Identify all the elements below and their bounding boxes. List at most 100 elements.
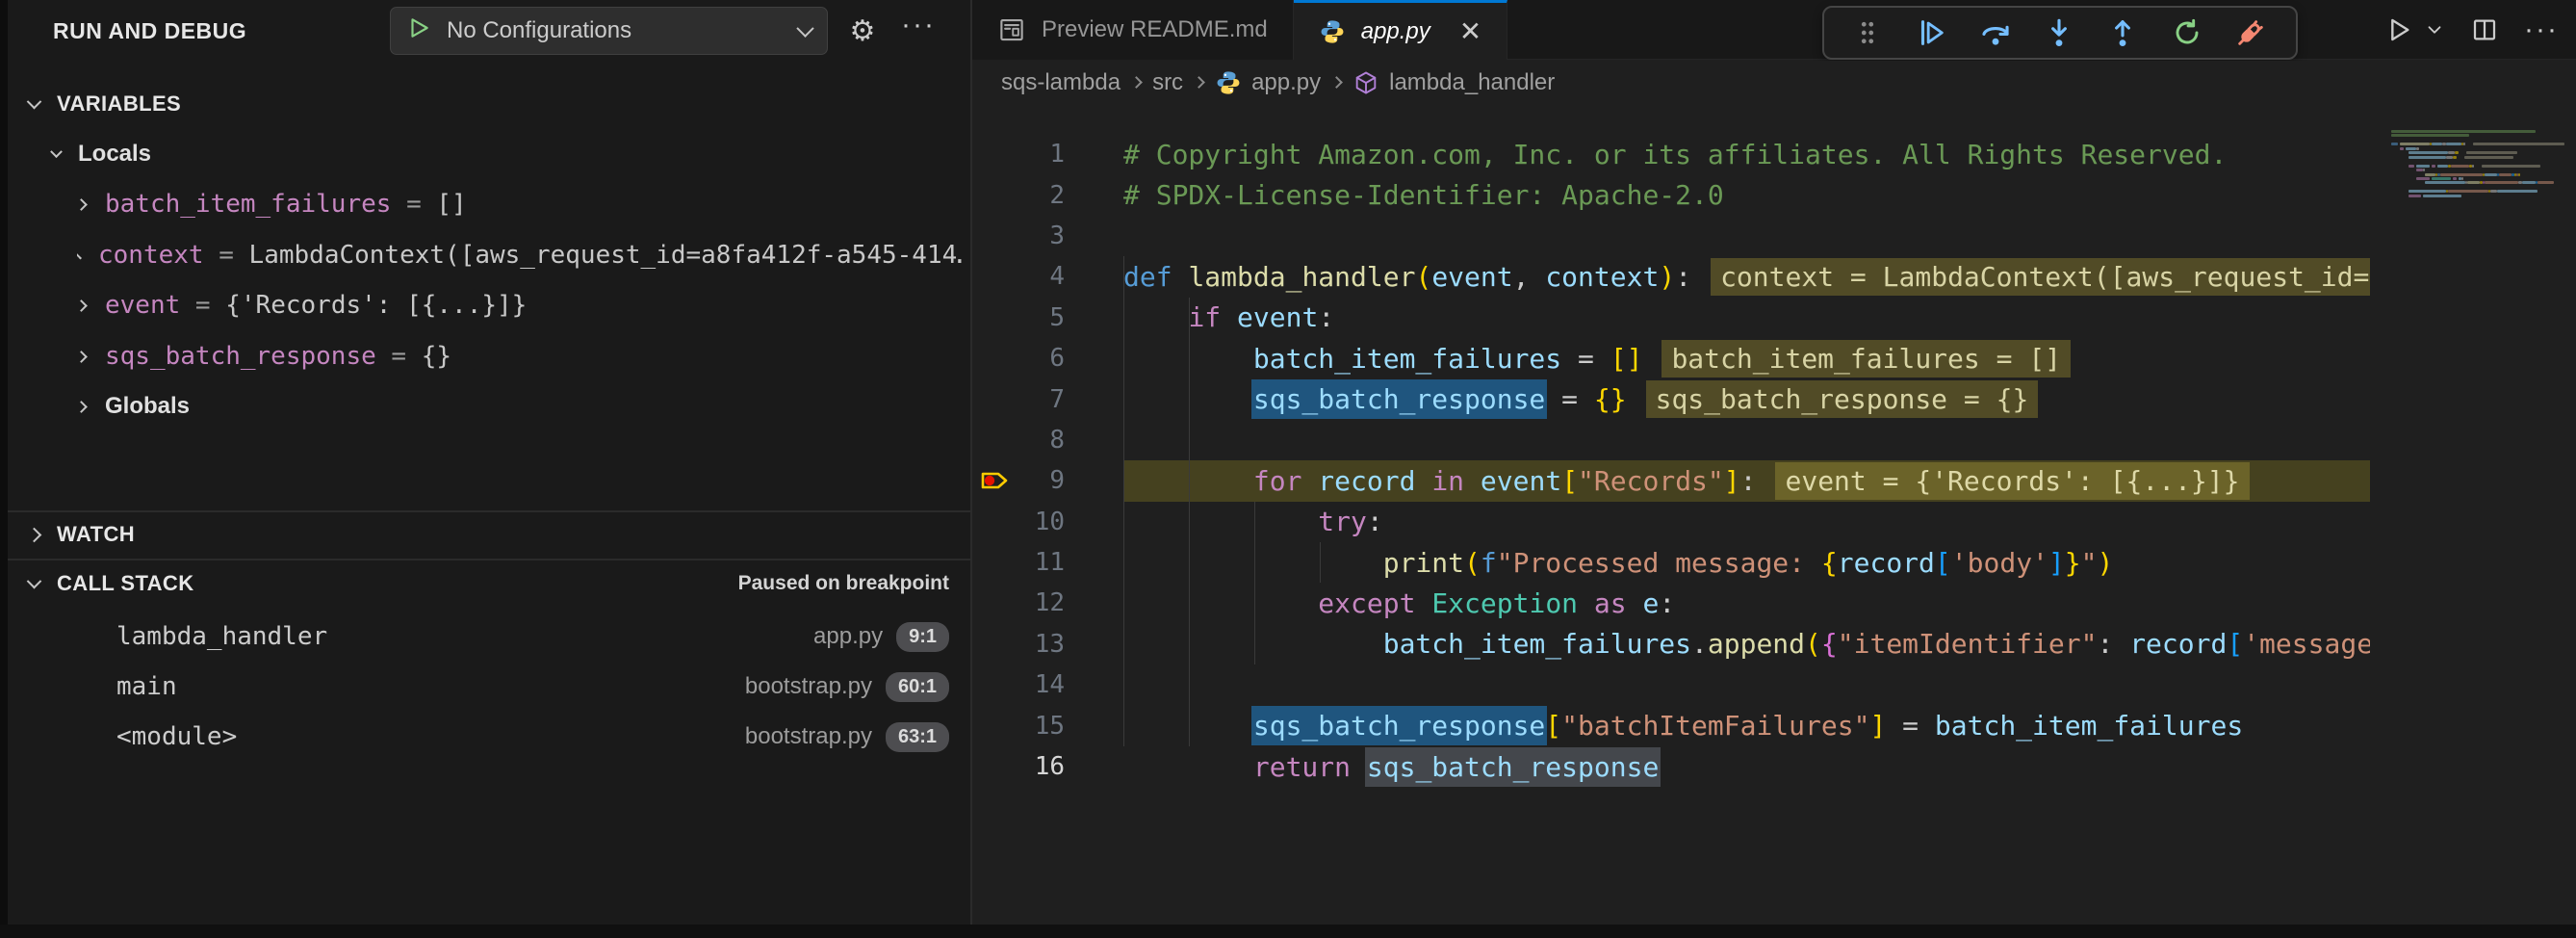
line-number: 16 xyxy=(972,752,1065,781)
code-token: ) xyxy=(2098,547,2114,579)
code-token: 'body' xyxy=(1951,547,2048,579)
line-text: print(f"Processed message: {record['body… xyxy=(1123,547,2113,579)
line-number: 12 xyxy=(972,588,1065,617)
equals-sign: = xyxy=(180,291,225,320)
minimap-line xyxy=(2432,177,2451,180)
editor-more-actions[interactable]: ··· xyxy=(2524,13,2559,46)
code-line[interactable]: 8 xyxy=(972,420,2370,460)
minimap[interactable] xyxy=(2385,130,2576,246)
minimap-line xyxy=(2391,130,2536,133)
code-line[interactable]: 9 for record in event["Records"]:event =… xyxy=(972,460,2370,501)
editor-area: Preview README.md app.py ✕ ··· sqs-lambda s… xyxy=(972,0,2576,925)
code-token xyxy=(1578,587,1594,619)
code-line[interactable]: 12 except Exception as e: xyxy=(972,583,2370,623)
code-token: "Records" xyxy=(1578,465,1724,497)
continue-button[interactable] xyxy=(1915,16,1947,49)
code-line[interactable]: 7 sqs_batch_response = {}sqs_batch_respo… xyxy=(972,378,2370,419)
breadcrumb-item-lambda-handler[interactable]: lambda_handler xyxy=(1352,69,1555,96)
code-token: f xyxy=(1481,547,1497,579)
code-token: return xyxy=(1253,751,1351,783)
step-over-button[interactable] xyxy=(1979,16,2012,49)
breakpoint-paused-icon[interactable] xyxy=(978,467,1015,494)
close-icon[interactable]: ✕ xyxy=(1459,18,1481,45)
tab-label: app.py xyxy=(1361,18,1430,45)
sidebar-more-actions[interactable]: ··· xyxy=(895,8,941,42)
tab-preview-readme-md[interactable]: Preview README.md xyxy=(972,0,1294,60)
minimap-line xyxy=(2453,156,2457,159)
call-stack-frame[interactable]: <module>bootstrap.py63:1 xyxy=(8,713,970,761)
breadcrumb-label: src xyxy=(1152,69,1183,96)
dropdown-chevron-icon xyxy=(796,19,813,37)
chevron-right-icon xyxy=(27,527,42,542)
minimap-line xyxy=(2425,181,2465,184)
split-editor-button[interactable] xyxy=(2470,15,2499,44)
minimap-line xyxy=(2461,177,2463,180)
code-line[interactable]: 2# SPDX-License-Identifier: Apache-2.0 xyxy=(972,174,2370,215)
run-python-file-button[interactable] xyxy=(2383,14,2414,45)
line-number: 14 xyxy=(972,670,1065,699)
debug-configuration-dropdown[interactable]: No Configurations xyxy=(390,7,828,55)
code-token xyxy=(1123,587,1318,619)
debug-toolbar xyxy=(1822,6,2298,60)
restart-button[interactable] xyxy=(2171,16,2203,49)
breadcrumb-item-sqs-lambda[interactable]: sqs-lambda xyxy=(1001,69,1121,96)
tab-app-py[interactable]: app.py ✕ xyxy=(1294,0,1508,60)
code-line[interactable]: 1# Copyright Amazon.com, Inc. or its aff… xyxy=(972,134,2370,174)
code-token: : xyxy=(1740,465,1757,497)
locals-group[interactable]: Locals xyxy=(52,131,151,177)
disconnect-button[interactable] xyxy=(2234,16,2267,49)
code-token: context xyxy=(1545,261,1659,293)
code-token xyxy=(1464,465,1481,497)
code-line[interactable]: 14 xyxy=(972,664,2370,705)
code-token: : xyxy=(1675,261,1691,293)
code-token xyxy=(1123,506,1318,537)
code-token: sqs_batch_response xyxy=(1251,706,1547,745)
variables-section-header[interactable]: VARIABLES xyxy=(29,81,181,127)
window-bottom-edge xyxy=(0,925,2576,938)
code-line[interactable]: 5 if event: xyxy=(972,298,2370,338)
step-out-button[interactable] xyxy=(2106,16,2139,49)
variable-row[interactable]: sqs_batch_response = {} xyxy=(77,331,963,381)
code-token: print xyxy=(1383,547,1464,579)
line-number: 4 xyxy=(972,262,1065,291)
variable-row[interactable]: context = LambdaContext([aws_request_id=… xyxy=(77,230,963,280)
run-dropdown-chevron[interactable] xyxy=(2424,19,2445,40)
code-token: ( xyxy=(1415,261,1431,293)
code-viewport[interactable]: 1# Copyright Amazon.com, Inc. or its aff… xyxy=(972,134,2370,808)
call-stack-frame[interactable]: lambda_handlerapp.py9:1 xyxy=(8,612,970,661)
code-line[interactable]: 3 xyxy=(972,216,2370,256)
code-line[interactable]: 15 sqs_batch_response["batchItemFailures… xyxy=(972,705,2370,745)
minimap-line xyxy=(2463,143,2465,145)
gear-icon[interactable]: ⚙ xyxy=(843,13,882,48)
line-number: 11 xyxy=(972,548,1065,577)
variable-row[interactable]: batch_item_failures = [] xyxy=(77,179,963,229)
watch-section-header[interactable]: WATCH xyxy=(29,512,135,557)
code-token: as xyxy=(1594,587,1627,619)
code-line[interactable]: 6 batch_item_failures = []batch_item_fai… xyxy=(972,338,2370,378)
breadcrumb-item-app-py[interactable]: app.py xyxy=(1215,69,1321,96)
step-into-button[interactable] xyxy=(2043,16,2075,49)
breadcrumb-item-src[interactable]: src xyxy=(1152,69,1183,96)
minimap-line xyxy=(2416,147,2418,150)
code-line[interactable]: 13 batch_item_failures.append({"itemIden… xyxy=(972,624,2370,664)
start-debug-icon[interactable] xyxy=(406,15,431,47)
line-number: 7 xyxy=(972,385,1065,414)
python-icon xyxy=(1319,18,1346,45)
code-line[interactable]: 10 try: xyxy=(972,502,2370,542)
variable-row[interactable]: event = {'Records': [{...}]} xyxy=(77,280,963,330)
call-stack-section-header[interactable]: CALL STACK Paused on breakpoint xyxy=(29,560,949,607)
code-token: : xyxy=(1318,301,1334,333)
code-line[interactable]: 16 return sqs_batch_response xyxy=(972,746,2370,787)
variable-text: sqs_batch_response = {} xyxy=(105,342,451,371)
code-line[interactable]: 4def lambda_handler(event, context):cont… xyxy=(972,256,2370,297)
code-token: [ xyxy=(1935,547,1951,579)
variable-text: event = {'Records': [{...}]} xyxy=(105,291,527,320)
call-stack-frame[interactable]: mainbootstrap.py60:1 xyxy=(8,663,970,711)
code-line[interactable]: 11 print(f"Processed message: {record['b… xyxy=(972,542,2370,583)
globals-group[interactable]: Globals xyxy=(77,381,190,431)
minimap-line xyxy=(2425,173,2435,176)
code-token: in xyxy=(1431,465,1464,497)
code-token xyxy=(1123,628,1383,660)
minimap-hint-band xyxy=(2482,165,2541,168)
line-text: return sqs_batch_response xyxy=(1123,751,1659,783)
